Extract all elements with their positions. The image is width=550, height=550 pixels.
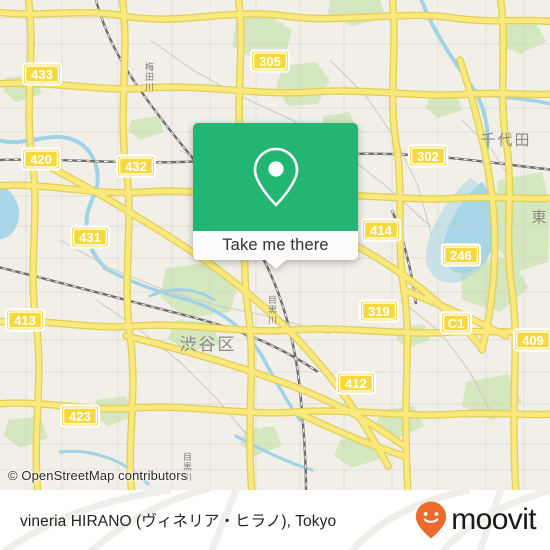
card-pin-area <box>193 123 358 231</box>
road-shield-label: 412 <box>345 376 367 391</box>
moovit-pin-icon <box>416 501 447 539</box>
place-label: 渋谷区 <box>180 335 237 355</box>
road-shield: 246 <box>440 243 482 267</box>
card-tail <box>265 260 286 269</box>
take-me-there-button[interactable]: Take me there <box>193 231 358 269</box>
road-shield: 414 <box>360 218 402 242</box>
place-label: 東 <box>531 208 548 226</box>
road-shield-label: 409 <box>522 333 544 348</box>
road-shield-label: 420 <box>30 152 52 167</box>
road-shield-label: 413 <box>14 313 36 328</box>
take-me-there-card[interactable]: Take me there <box>193 123 358 269</box>
road-shield-label: 319 <box>368 304 390 319</box>
road-shield: 432 <box>115 154 157 178</box>
osm-attribution[interactable]: © OpenStreetMap contributors <box>8 468 187 483</box>
road-shield-label: 302 <box>417 149 439 164</box>
road-shield-label: 433 <box>31 67 53 82</box>
road-shield: 420 <box>20 147 62 171</box>
road-shield-label: C1 <box>448 316 465 331</box>
moovit-logo[interactable]: moovit <box>414 490 537 550</box>
moovit-wordmark: moovit <box>451 503 536 536</box>
road-shield-label: 414 <box>370 223 392 238</box>
place-label: 千代田 <box>480 131 531 149</box>
road-shield-label: 305 <box>259 54 281 69</box>
road-shield-label: 431 <box>79 230 101 245</box>
road-shield: 433 <box>21 62 63 86</box>
road-shield: 413 <box>4 308 46 332</box>
road-shield: C1 <box>439 311 473 335</box>
road-shield: 409 <box>512 328 550 352</box>
road-shield: 431 <box>69 225 111 249</box>
road-shield: 305 <box>249 49 291 73</box>
road-shield: 302 <box>407 144 449 168</box>
footer-bar: vineria HIRANO (ヴィネリア・ヒラノ), Tokyo moovit <box>0 490 550 550</box>
road-shield: 423 <box>59 404 101 428</box>
take-me-there-label: Take me there <box>222 236 329 254</box>
road-shield: 412 <box>335 371 377 395</box>
location-pin-icon <box>253 147 298 207</box>
waterway-label: 目黒川 <box>266 295 277 325</box>
road-shield-label: 246 <box>450 248 472 263</box>
road-shield-label: 423 <box>69 409 91 424</box>
waterway-label: 梅田川 <box>143 61 154 92</box>
moovit-map-page: 梅田川 目黒川 目黒川 渋谷区 千代田東 433 305 420 432 302 431 414 2… <box>0 0 550 550</box>
road-shield-label: 432 <box>125 159 147 174</box>
place-title: vineria HIRANO (ヴィネリア・ヒラノ), Tokyo <box>20 513 337 530</box>
road-shield: 319 <box>358 299 400 323</box>
